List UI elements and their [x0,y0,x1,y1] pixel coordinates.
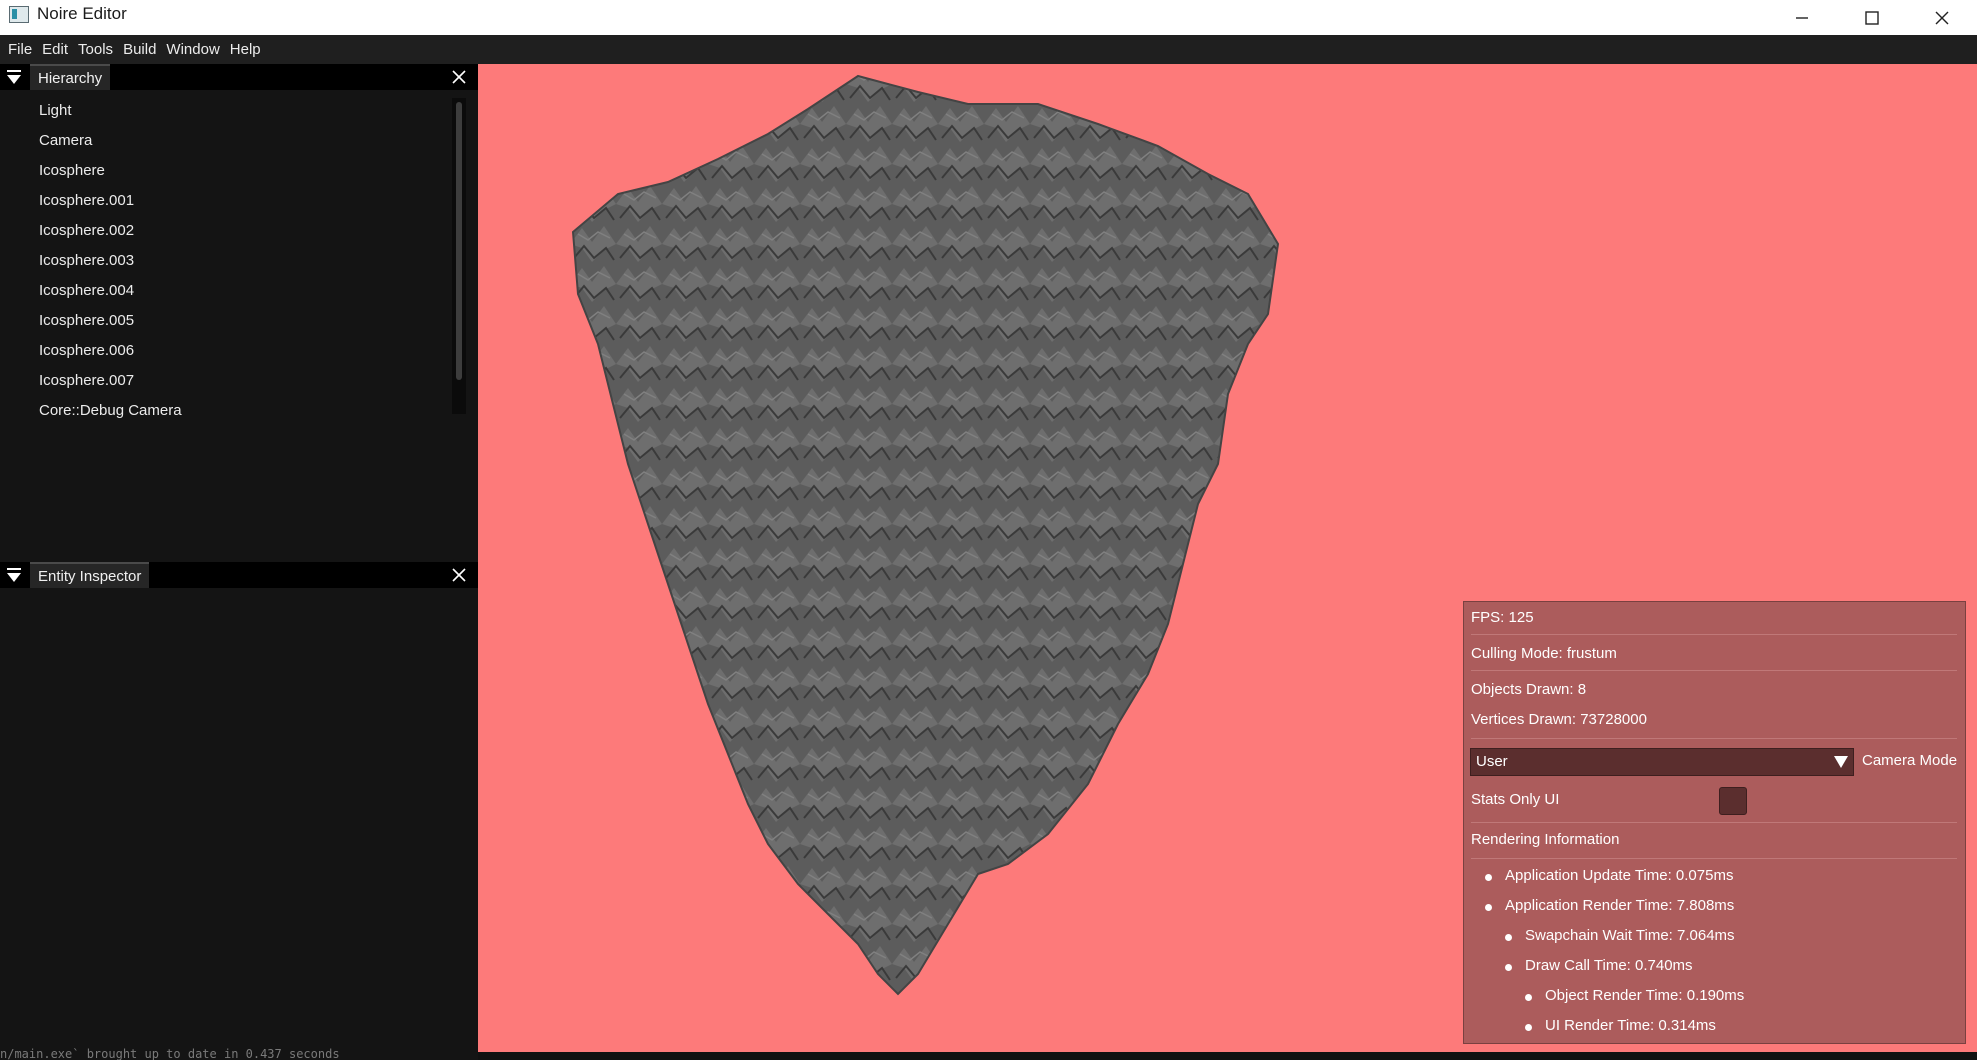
hierarchy-item-icosphere-001[interactable]: Icosphere.001 [39,192,134,209]
hierarchy-tab[interactable]: Hierarchy [30,64,111,90]
inspector-tab[interactable]: Entity Inspector [30,562,150,588]
camera-mode-select[interactable]: User [1470,748,1854,776]
draw-call-time-text: Draw Call Time: 0.740ms [1525,957,1693,974]
divider [1471,670,1957,671]
menu-file[interactable]: File [3,41,37,58]
hierarchy-item-icosphere-007[interactable]: Icosphere.007 [39,372,134,389]
app-icon [9,6,29,23]
divider [1471,634,1957,635]
bullet-icon [1525,1024,1532,1031]
hierarchy-item-light[interactable]: Light [39,102,72,119]
close-icon [1935,11,1949,24]
inspector-panel: Entity Inspector [0,562,478,1060]
collapse-triangle-icon[interactable] [6,566,22,584]
minimize-icon [1796,16,1808,19]
rendering-info-header[interactable]: Rendering Information [1471,831,1619,848]
app-render-time-text: Application Render Time: 7.808ms [1505,897,1735,914]
hierarchy-item-icosphere-002[interactable]: Icosphere.002 [39,222,134,239]
fps-text: FPS: 125 [1471,609,1534,626]
hierarchy-item-debug-camera[interactable]: Core::Debug Camera [39,402,182,419]
viewport-bottom-edge [478,1052,1977,1060]
hierarchy-item-icosphere-004[interactable]: Icosphere.004 [39,282,134,299]
collapse-triangle-icon[interactable] [6,68,22,86]
hierarchy-list: Light Camera Icosphere Icosphere.001 Ico… [0,98,460,484]
inspector-header: Entity Inspector [0,562,478,588]
close-window-button[interactable] [1907,0,1977,35]
app-update-time-text: Application Update Time: 0.075ms [1505,867,1734,884]
vertices-drawn-text: Vertices Drawn: 73728000 [1471,711,1647,728]
culling-mode-text: Culling Mode: frustum [1471,645,1617,662]
hierarchy-item-icosphere-005[interactable]: Icosphere.005 [39,312,134,329]
camera-mode-label: Camera Mode [1862,752,1958,769]
maximize-button[interactable] [1837,0,1907,35]
bullet-icon [1485,874,1492,881]
bullet-icon [1525,994,1532,1001]
bullet-icon [1505,964,1512,971]
divider [1471,738,1957,739]
title-bar: Noire Editor [0,0,1977,35]
menu-bar: File Edit Tools Build Window Help [0,35,1977,64]
stats-overlay: FPS: 125 Culling Mode: frustum Objects D… [1463,601,1966,1044]
objects-drawn-text: Objects Drawn: 8 [1471,681,1587,698]
bullet-icon [1505,934,1512,941]
hierarchy-scroll-thumb[interactable] [456,102,462,380]
menu-build[interactable]: Build [118,41,161,58]
divider [1471,858,1957,859]
hierarchy-item-icosphere[interactable]: Icosphere [39,162,105,179]
maximize-icon [1865,10,1879,25]
bullet-icon [1485,904,1492,911]
minimize-button[interactable] [1767,0,1837,35]
swapchain-wait-time-text: Swapchain Wait Time: 7.064ms [1525,927,1735,944]
close-icon[interactable] [450,68,468,86]
camera-mode-value: User [1476,753,1508,770]
hierarchy-item-icosphere-003[interactable]: Icosphere.003 [39,252,134,269]
stats-only-ui-label: Stats Only UI [1471,791,1560,808]
menu-help[interactable]: Help [225,41,266,58]
close-icon[interactable] [450,566,468,584]
console-output-line: n/main.exe` brought up to date in 0.437 … [0,1048,340,1060]
stats-only-ui-checkbox[interactable] [1719,787,1747,815]
ui-render-time-text: UI Render Time: 0.314ms [1545,1017,1716,1034]
hierarchy-item-icosphere-006[interactable]: Icosphere.006 [39,342,134,359]
menu-window[interactable]: Window [161,41,224,58]
hierarchy-item-camera[interactable]: Camera [39,132,92,149]
dropdown-arrow-icon [1834,756,1848,768]
menu-tools[interactable]: Tools [73,41,118,58]
divider [1471,822,1957,823]
window-title: Noire Editor [37,4,127,23]
object-render-time-text: Object Render Time: 0.190ms [1545,987,1745,1004]
menu-edit[interactable]: Edit [37,41,73,58]
hierarchy-header: Hierarchy [0,64,478,90]
